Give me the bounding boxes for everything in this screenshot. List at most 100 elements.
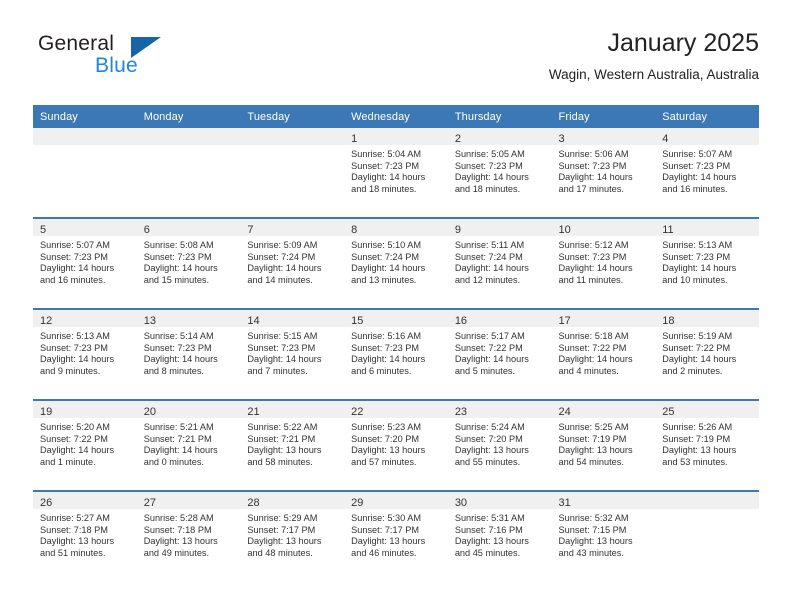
sunset-text: Sunset: 7:23 PM [351,160,420,171]
calendar-cell: 22 Sunrise: 5:23 AM Sunset: 7:20 PM Dayligh… [344,399,448,491]
day-cell[interactable]: 28 Sunrise: 5:29 AM Sunset: 7:17 PM Dayligh… [240,492,345,581]
day-number-band: 2 [447,128,552,145]
daylight-text-line1: Daylight: 14 hours [558,172,633,183]
title-block: January 2025 Wagin, Western Australia, A… [549,28,759,85]
day-number: 13 [143,315,156,327]
calendar-body: 1 Sunrise: 5:04 AM Sunset: 7:23 PM Daylight… [33,128,759,581]
daylight-text-line2: and 51 minutes. [40,547,106,558]
sunset-text: Sunset: 7:15 PM [558,524,627,535]
calendar-cell: 10 Sunrise: 5:12 AM Sunset: 7:23 PM Dayligh… [551,217,656,309]
calendar-cell: 17 Sunrise: 5:18 AM Sunset: 7:22 PM Dayligh… [551,308,656,400]
sunset-text: Sunset: 7:23 PM [143,251,212,262]
daylight-text-line2: and 57 minutes. [351,456,417,467]
daylight-text-line1: Daylight: 14 hours [247,354,322,365]
day-details: Sunrise: 5:14 AM Sunset: 7:23 PM Daylight:… [137,327,241,377]
day-cell[interactable]: 19 Sunrise: 5:20 AM Sunset: 7:22 PM Dayligh… [33,401,137,490]
day-cell[interactable]: 2 Sunrise: 5:05 AM Sunset: 7:23 PM Daylight… [447,128,552,217]
logo-text-general: General [38,32,115,55]
day-cell[interactable]: 7 Sunrise: 5:09 AM Sunset: 7:24 PM Daylight… [240,219,345,308]
general-blue-logo[interactable]: General Blue [33,32,263,88]
day-cell[interactable]: 4 Sunrise: 5:07 AM Sunset: 7:23 PM Daylight… [655,128,759,217]
calendar-cell: 8 Sunrise: 5:10 AM Sunset: 7:24 PM Daylight… [344,217,448,309]
calendar-week-row: 26 Sunrise: 5:27 AM Sunset: 7:18 PM Dayligh… [33,490,759,581]
sunset-text: Sunset: 7:18 PM [40,524,108,535]
day-cell[interactable]: 14 Sunrise: 5:15 AM Sunset: 7:23 PM Dayligh… [240,310,345,399]
sunrise-sunset-calendar: Sunday Monday Tuesday Wednesday Thursday… [33,105,759,581]
daylight-text-line1: Daylight: 14 hours [351,354,426,365]
day-cell-empty [33,128,137,217]
day-cell[interactable]: 26 Sunrise: 5:27 AM Sunset: 7:18 PM Dayligh… [33,492,137,581]
day-cell[interactable]: 25 Sunrise: 5:26 AM Sunset: 7:19 PM Dayligh… [655,401,759,490]
day-cell[interactable]: 18 Sunrise: 5:19 AM Sunset: 7:22 PM Dayligh… [655,310,759,399]
sunset-text: Sunset: 7:17 PM [351,524,420,535]
day-details: Sunrise: 5:21 AM Sunset: 7:21 PM Daylight:… [137,418,241,468]
day-cell[interactable]: 29 Sunrise: 5:30 AM Sunset: 7:17 PM Dayligh… [344,492,448,581]
day-cell[interactable]: 17 Sunrise: 5:18 AM Sunset: 7:22 PM Dayligh… [551,310,656,399]
sunrise-text: Sunrise: 5:13 AM [40,331,110,341]
daylight-text-line1: Daylight: 13 hours [351,536,426,547]
day-cell[interactable]: 3 Sunrise: 5:06 AM Sunset: 7:23 PM Daylight… [551,128,656,217]
day-cell[interactable]: 11 Sunrise: 5:13 AM Sunset: 7:23 PM Dayligh… [655,219,759,308]
day-details: Sunrise: 5:28 AM Sunset: 7:18 PM Daylight:… [137,509,241,559]
day-cell[interactable]: 15 Sunrise: 5:16 AM Sunset: 7:23 PM Dayligh… [344,310,448,399]
weekday-header-sunday: Sunday [33,105,137,128]
sunrise-text: Sunrise: 5:06 AM [558,149,629,159]
day-number-band: 12 [33,310,137,327]
day-cell[interactable]: 30 Sunrise: 5:31 AM Sunset: 7:16 PM Dayligh… [447,492,552,581]
day-number-band: 4 [655,128,759,145]
sunset-text: Sunset: 7:23 PM [558,160,627,171]
day-cell[interactable]: 27 Sunrise: 5:28 AM Sunset: 7:18 PM Dayligh… [136,492,241,581]
daylight-text-line2: and 48 minutes. [247,547,313,558]
day-number-band: 18 [655,310,759,327]
day-number: 30 [454,497,468,509]
daylight-text-line1: Daylight: 14 hours [351,263,426,274]
calendar-cell: 23 Sunrise: 5:24 AM Sunset: 7:20 PM Dayligh… [447,399,552,491]
sunset-text: Sunset: 7:23 PM [143,342,212,353]
daylight-text-line1: Daylight: 14 hours [558,263,633,274]
day-number: 1 [351,133,358,145]
calendar-cell: 19 Sunrise: 5:20 AM Sunset: 7:22 PM Dayligh… [33,399,137,491]
day-number: 22 [351,406,364,418]
day-number-band: 26 [33,492,137,509]
sunset-text: Sunset: 7:21 PM [143,433,212,444]
sunset-text: Sunset: 7:18 PM [143,524,212,535]
day-cell[interactable]: 9 Sunrise: 5:11 AM Sunset: 7:24 PM Daylight… [447,219,552,308]
day-cell[interactable]: 6 Sunrise: 5:08 AM Sunset: 7:23 PM Daylight… [136,219,241,308]
day-cell[interactable]: 21 Sunrise: 5:22 AM Sunset: 7:21 PM Dayligh… [240,401,345,490]
day-number: 25 [662,406,675,418]
day-cell[interactable]: 23 Sunrise: 5:24 AM Sunset: 7:20 PM Dayligh… [447,401,552,490]
day-cell[interactable]: 12 Sunrise: 5:13 AM Sunset: 7:23 PM Dayligh… [33,310,137,399]
day-number-band: 24 [551,401,656,418]
day-cell-empty [136,128,241,217]
calendar-cell: 4 Sunrise: 5:07 AM Sunset: 7:23 PM Daylight… [655,128,759,218]
calendar-cell: 18 Sunrise: 5:19 AM Sunset: 7:22 PM Dayligh… [655,308,759,400]
day-number-band [136,128,241,145]
day-cell[interactable]: 10 Sunrise: 5:12 AM Sunset: 7:23 PM Dayligh… [551,219,656,308]
day-number-band: 13 [136,310,241,327]
day-details: Sunrise: 5:11 AM Sunset: 7:24 PM Daylight:… [448,236,552,286]
day-cell[interactable]: 20 Sunrise: 5:21 AM Sunset: 7:21 PM Dayligh… [136,401,241,490]
day-number: 15 [351,315,364,327]
day-details: Sunrise: 5:30 AM Sunset: 7:17 PM Daylight:… [344,509,448,559]
day-cell[interactable]: 8 Sunrise: 5:10 AM Sunset: 7:24 PM Daylight… [344,219,448,308]
day-cell[interactable]: 16 Sunrise: 5:17 AM Sunset: 7:22 PM Dayligh… [447,310,552,399]
day-cell[interactable]: 1 Sunrise: 5:04 AM Sunset: 7:23 PM Daylight… [344,128,448,217]
day-number-band: 10 [551,219,656,236]
weekday-header-wednesday: Wednesday [344,105,448,128]
day-number-band [655,492,759,509]
day-cell[interactable]: 24 Sunrise: 5:25 AM Sunset: 7:19 PM Dayligh… [551,401,656,490]
day-cell[interactable]: 22 Sunrise: 5:23 AM Sunset: 7:20 PM Dayligh… [344,401,448,490]
day-cell[interactable]: 13 Sunrise: 5:14 AM Sunset: 7:23 PM Dayligh… [136,310,241,399]
daylight-text-line2: and 14 minutes. [247,274,313,285]
sunset-text: Sunset: 7:23 PM [40,251,108,262]
day-number: 12 [40,315,53,327]
page-title: January 2025 [607,29,759,57]
day-number-band: 27 [136,492,241,509]
day-cell[interactable]: 5 Sunrise: 5:07 AM Sunset: 7:23 PM Daylight… [33,219,137,308]
day-number: 27 [143,497,156,509]
calendar-header-row: Sunday Monday Tuesday Wednesday Thursday… [33,105,759,128]
calendar-cell: 13 Sunrise: 5:14 AM Sunset: 7:23 PM Dayligh… [136,308,241,400]
day-cell[interactable]: 31 Sunrise: 5:32 AM Sunset: 7:15 PM Dayligh… [551,492,656,581]
sunrise-text: Sunrise: 5:08 AM [143,240,214,250]
weekday-header-friday: Friday [551,105,656,128]
